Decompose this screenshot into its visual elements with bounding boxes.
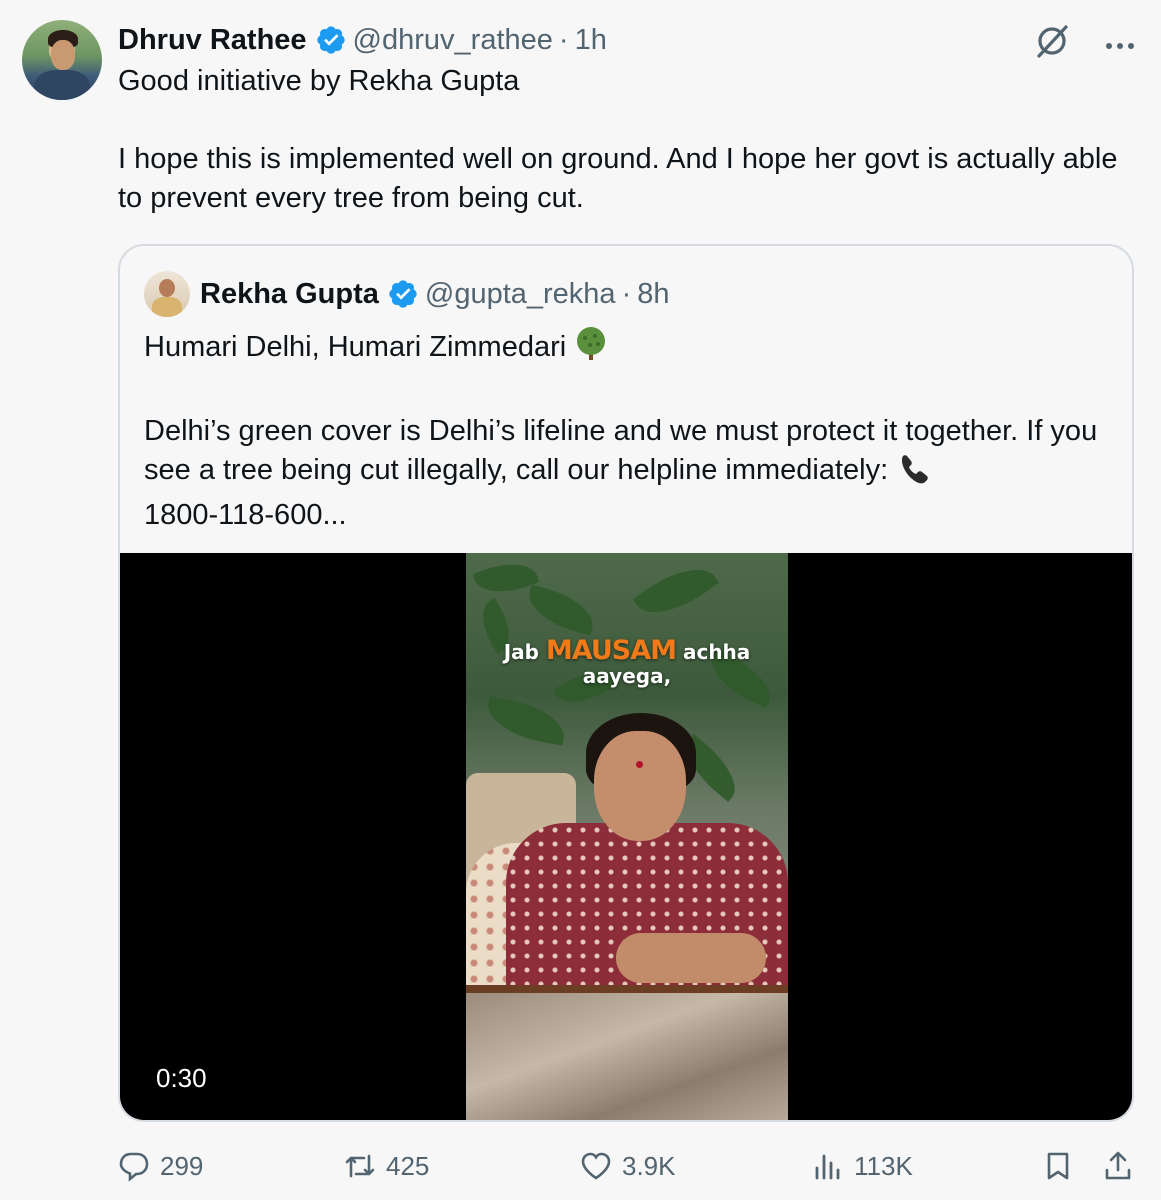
- author-handle[interactable]: @dhruv_rathee: [353, 24, 553, 57]
- caption-text: achha: [682, 640, 751, 664]
- quoted-tweet-timestamp[interactable]: 8h: [637, 278, 669, 311]
- reply-count: 299: [160, 1150, 204, 1181]
- more-options-icon[interactable]: [1105, 26, 1135, 57]
- phone-emoji-icon: [896, 453, 928, 496]
- caption-text: Jab: [503, 640, 539, 664]
- marble-desk: [466, 993, 788, 1120]
- like-count: 3.9K: [622, 1150, 676, 1181]
- verified-badge-icon: [315, 24, 347, 56]
- views-button[interactable]: 113K: [812, 1150, 913, 1182]
- verified-badge-icon: [387, 278, 419, 310]
- woman-hands: [616, 933, 766, 983]
- view-count: 113K: [854, 1150, 913, 1181]
- repost-icon: [345, 1154, 375, 1178]
- reply-button[interactable]: 299: [118, 1150, 203, 1182]
- woman-bindi: [636, 761, 643, 768]
- video-caption: Jab MAUSAM achha aayega,: [466, 637, 788, 688]
- quoted-tweet-header: Rekha Gupta @gupta_rekha · 8h: [144, 270, 670, 318]
- quoted-tweet-text: Humari Delhi, Humari Zimmedari Delhi’s g…: [144, 326, 1114, 535]
- separator-dot: ·: [558, 23, 569, 56]
- quoted-tweet[interactable]: Rekha Gupta @gupta_rekha · 8h Humari Del…: [118, 244, 1134, 1122]
- quoted-author-handle[interactable]: @gupta_rekha: [425, 278, 616, 311]
- avatar-face: [51, 40, 75, 70]
- quoted-author-name[interactable]: Rekha Gupta: [200, 278, 379, 311]
- repost-count: 425: [386, 1150, 430, 1181]
- video-duration: 0:30: [156, 1063, 207, 1093]
- tweet-text-line: Good initiative by Rekha Gupta: [118, 65, 520, 97]
- woman-face: [594, 731, 686, 841]
- video-frame: Jab MAUSAM achha aayega,: [466, 553, 788, 1120]
- tweet-text: Good initiative by Rekha Gupta I hope th…: [118, 62, 1128, 218]
- quoted-text-line: Delhi’s green cover is Delhi’s lifeline …: [144, 415, 1098, 486]
- author-avatar[interactable]: [22, 20, 102, 100]
- heart-icon: [581, 1152, 611, 1180]
- quoted-text-line: Humari Delhi, Humari Zimmedari: [144, 331, 567, 363]
- tweet-action-bar: 299 425 3.9K 113K: [118, 1146, 1138, 1190]
- quoted-avatar-face: [159, 279, 175, 297]
- quoted-avatar-body: [152, 297, 182, 317]
- caption-highlight: MAUSAM: [545, 635, 677, 666]
- background-leaf: [483, 696, 569, 746]
- separator-dot: ·: [621, 277, 632, 310]
- caption-text: aayega,: [582, 664, 672, 688]
- tweet-header: Dhruv Rathee @dhruv_rathee · 1h: [118, 20, 607, 60]
- bookmark-button[interactable]: [1042, 1150, 1074, 1182]
- tweet-text-line: I hope this is implemented well on groun…: [118, 143, 1118, 214]
- avatar-body: [34, 70, 90, 100]
- background-leaf: [522, 584, 600, 636]
- share-button[interactable]: [1102, 1150, 1134, 1182]
- like-button[interactable]: 3.9K: [580, 1150, 676, 1182]
- repost-button[interactable]: 425: [344, 1150, 429, 1182]
- quoted-text-line: 1800-118-600...: [144, 499, 347, 531]
- tweet-top-actions: [1033, 22, 1135, 60]
- background-leaf: [632, 553, 720, 629]
- video-player[interactable]: Jab MAUSAM achha aayega, 0:30: [120, 553, 1132, 1120]
- share-icon: [1105, 1151, 1131, 1180]
- bookmark-icon: [1047, 1152, 1069, 1180]
- tree-emoji-icon: [574, 326, 608, 373]
- tweet-timestamp[interactable]: 1h: [575, 24, 607, 57]
- author-name[interactable]: Dhruv Rathee: [118, 24, 307, 57]
- reply-icon: [119, 1152, 149, 1182]
- analytics-icon: [815, 1154, 840, 1180]
- grok-icon[interactable]: [1033, 22, 1071, 60]
- quoted-author-avatar[interactable]: [144, 271, 190, 317]
